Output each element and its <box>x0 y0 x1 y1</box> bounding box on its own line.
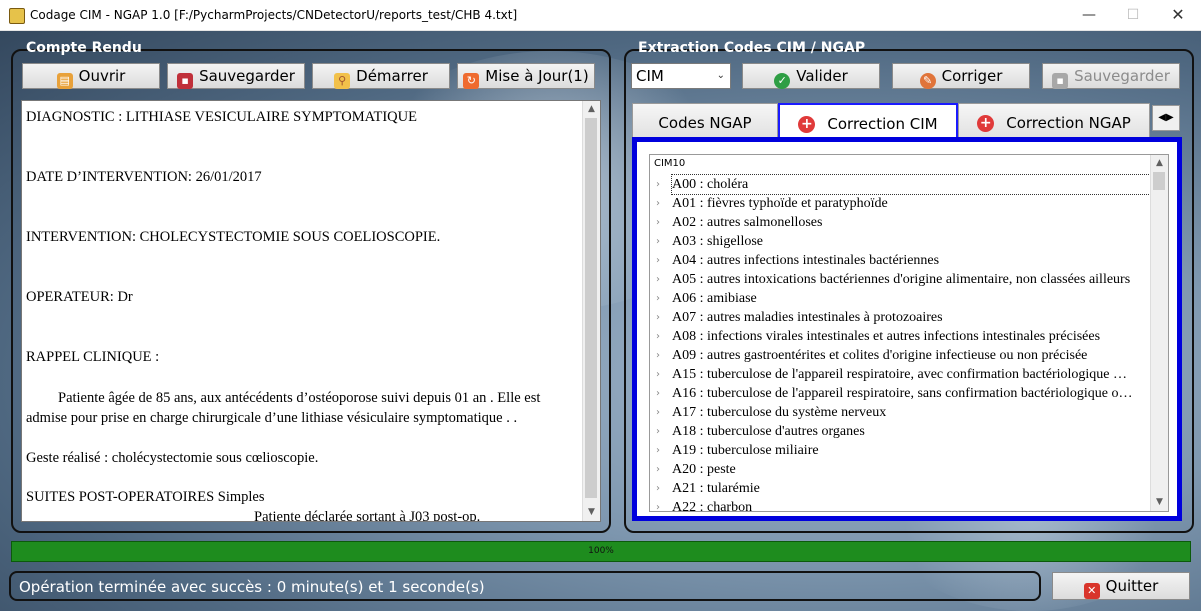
status-text: Opération terminée avec succès : 0 minut… <box>19 578 485 596</box>
report-text-area[interactable]: DIAGNOSTIC : LITHIASE VESICULAIRE SYMPTO… <box>21 100 601 522</box>
chevron-right-icon[interactable]: › <box>656 384 660 403</box>
save-codes-button[interactable]: ▪ Sauvegarder <box>1042 63 1180 89</box>
chevron-right-icon[interactable]: › <box>656 479 660 498</box>
chevron-right-icon[interactable]: › <box>656 251 660 270</box>
scroll-thumb[interactable] <box>585 118 597 498</box>
report-line: Geste réalisé : cholécystectomie sous cœ… <box>26 450 319 466</box>
report-line: INTERVENTION: CHOLECYSTECTOMIE SOUS COEL… <box>26 229 441 245</box>
scroll-up-icon[interactable]: ▲ <box>1151 155 1168 172</box>
folder-icon: ▤ <box>56 73 73 89</box>
correction-cim-panel: CIM10 › A00 : choléra › A01 : fièvres typho… <box>632 137 1182 521</box>
chevron-right-icon[interactable]: › <box>656 308 660 327</box>
tab-correction-ngap[interactable]: + Correction NGAP <box>958 103 1150 137</box>
tab-scroll-buttons[interactable]: ◀▶ <box>1152 105 1180 131</box>
open-button[interactable]: ▤ Ouvrir <box>22 63 160 89</box>
chevron-right-icon[interactable]: › <box>656 232 660 251</box>
report-line: OPERATEUR: Dr <box>26 289 133 305</box>
tab-codes-ngap[interactable]: Codes NGAP <box>632 103 778 137</box>
report-groupbox-title: Compte Rendu <box>26 40 142 56</box>
report-line: SUITES POST-OPERATOIRES Simples <box>26 489 265 505</box>
chevron-right-icon[interactable]: › <box>656 403 660 422</box>
save-icon: ▪ <box>177 73 194 89</box>
report-line: Patiente âgée de 85 ans, aux antécédents… <box>58 390 541 406</box>
progress-bar: 100% <box>11 541 1191 562</box>
extraction-groupbox-title: Extraction Codes CIM / NGAP <box>638 40 866 56</box>
tree-header: CIM10 <box>654 158 686 169</box>
start-button[interactable]: ⚲ Démarrer <box>312 63 450 89</box>
report-line: RAPPEL CLINIQUE : <box>26 349 160 365</box>
title-bar: Codage CIM - NGAP 1.0 [F:/PycharmProject… <box>0 0 1201 31</box>
report-line: Patiente déclarée sortant à J03 post-op. <box>254 509 481 522</box>
window-title: Codage CIM - NGAP 1.0 [F:/PycharmProject… <box>30 8 518 22</box>
chevron-down-icon: ⌄ <box>716 70 725 81</box>
chevron-right-icon[interactable]: › <box>656 327 660 346</box>
chevron-right-icon[interactable]: › <box>656 270 660 289</box>
report-line: admise pour prise en charge chirurgicale… <box>26 410 518 426</box>
refresh-icon: ↻ <box>463 73 480 89</box>
close-window-button[interactable]: ✕ <box>1155 0 1201 30</box>
chevron-right-icon[interactable]: › <box>656 194 660 213</box>
edit-icon: ✎ <box>919 73 936 89</box>
chevron-right-icon[interactable]: › <box>656 175 660 194</box>
tab-correction-cim[interactable]: + Correction CIM <box>778 103 958 137</box>
error-icon: ✕ <box>1083 583 1100 599</box>
report-line: DATE D’INTERVENTION: 26/01/2017 <box>26 169 262 185</box>
save-icon: ▪ <box>1052 73 1069 89</box>
report-line: DIAGNOSTIC : LITHIASE VESICULAIRE SYMPTO… <box>26 109 417 125</box>
save-report-button[interactable]: ▪ Sauvegarder <box>167 63 305 89</box>
chevron-right-icon[interactable]: › <box>656 498 660 511</box>
correct-button[interactable]: ✎ Corriger <box>892 63 1030 89</box>
progress-label: 100% <box>588 546 614 556</box>
scroll-down-icon[interactable]: ▼ <box>1151 494 1168 511</box>
chevron-right-icon[interactable]: › <box>656 346 660 365</box>
check-icon: ✓ <box>774 73 791 89</box>
code-type-select[interactable]: CIM ⌄ <box>631 63 731 89</box>
plus-icon: + <box>977 115 995 132</box>
maximize-button[interactable]: ☐ <box>1110 0 1156 30</box>
tree-scrollbar[interactable]: ▲ ▼ <box>1150 155 1168 511</box>
chevron-right-icon[interactable]: › <box>656 441 660 460</box>
cim-tree-view[interactable]: CIM10 › A00 : choléra › A01 : fièvres typho… <box>649 154 1169 512</box>
chevron-right-icon[interactable]: › <box>656 365 660 384</box>
search-icon: ⚲ <box>334 73 351 89</box>
chevron-right-icon[interactable]: › <box>656 422 660 441</box>
quit-button[interactable]: ✕ Quitter <box>1052 572 1190 600</box>
scroll-down-icon[interactable]: ▼ <box>583 504 600 521</box>
update-button[interactable]: ↻ Mise à Jour(1) <box>457 63 595 89</box>
scroll-thumb[interactable] <box>1153 172 1165 190</box>
status-bar: Opération terminée avec succès : 0 minut… <box>9 571 1041 601</box>
report-scrollbar[interactable]: ▲ ▼ <box>582 101 600 521</box>
minimize-button[interactable]: — <box>1066 0 1112 30</box>
chevron-right-icon[interactable]: › <box>656 289 660 308</box>
scroll-up-icon[interactable]: ▲ <box>583 101 600 118</box>
validate-button[interactable]: ✓ Valider <box>742 63 880 89</box>
chevron-right-icon[interactable]: › <box>656 213 660 232</box>
app-icon <box>9 8 25 24</box>
plus-icon: + <box>798 116 816 133</box>
chevron-right-icon[interactable]: › <box>656 460 660 479</box>
